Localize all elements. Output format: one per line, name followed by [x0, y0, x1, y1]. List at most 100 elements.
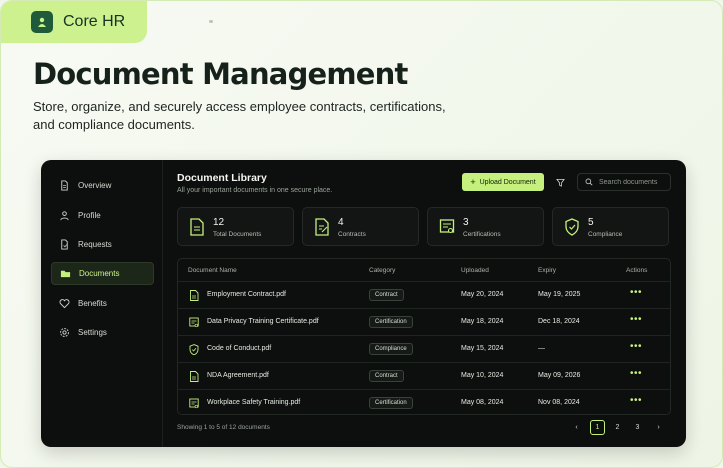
- uploaded-date: May 18, 2024: [461, 318, 504, 325]
- library-subtitle: All your important documents in one secu…: [177, 187, 333, 194]
- stat-label: Compliance: [588, 231, 623, 238]
- page-title: Document Management: [33, 57, 408, 91]
- stat-value: 5: [588, 217, 594, 228]
- sidebar-item-documents[interactable]: Documents: [51, 262, 154, 285]
- filter-button[interactable]: [552, 174, 568, 190]
- app-window: Overview Profile Requests Documents Bene…: [41, 160, 686, 447]
- shield-icon: [565, 218, 579, 236]
- document-name[interactable]: NDA Agreement.pdf: [207, 372, 269, 379]
- page-button-2[interactable]: 2: [610, 420, 625, 435]
- stat-card-certifications: 3 Certifications: [427, 207, 544, 246]
- search-box[interactable]: [577, 173, 671, 191]
- table-header: Document Name Category Uploaded Expiry A…: [178, 259, 670, 281]
- pagination-summary: Showing 1 to 5 of 12 documents: [177, 424, 270, 431]
- contract-icon: [315, 218, 329, 236]
- page-description: Store, organize, and securely access emp…: [33, 99, 446, 132]
- page-button-3[interactable]: 3: [630, 420, 645, 435]
- file-icon: [61, 180, 68, 191]
- sidebar-item-requests[interactable]: Requests: [51, 233, 154, 256]
- more-actions-button[interactable]: •••: [630, 287, 642, 298]
- expiry-date: May 09, 2026: [538, 372, 581, 379]
- header-category: Category: [369, 267, 396, 274]
- category-badge: Certification: [369, 397, 413, 409]
- header-uploaded: Uploaded: [461, 267, 489, 274]
- stat-card-total: 12 Total Documents: [177, 207, 294, 246]
- stat-value: 12: [213, 217, 225, 228]
- category-badge: Contract: [369, 370, 404, 382]
- header-expiry: Expiry: [538, 267, 557, 274]
- uploaded-date: May 15, 2024: [461, 345, 504, 352]
- category-badge: Contract: [369, 289, 404, 301]
- stat-card-compliance: 5 Compliance: [552, 207, 669, 246]
- prev-page-button[interactable]: ‹: [569, 420, 584, 435]
- search-input[interactable]: [599, 178, 669, 186]
- page-button-1[interactable]: 1: [590, 420, 605, 435]
- table-row[interactable]: NDA Agreement.pdf Contract May 10, 2024 …: [178, 362, 670, 388]
- more-actions-button[interactable]: •••: [630, 395, 642, 406]
- uploaded-date: May 08, 2024: [461, 399, 504, 406]
- search-icon: [585, 178, 593, 186]
- document-name[interactable]: Code of Conduct.pdf: [207, 345, 271, 352]
- page-frame: Core HR Document Management Store, organ…: [0, 0, 723, 468]
- folder-icon: [60, 270, 71, 278]
- expiry-date: May 19, 2025: [538, 291, 581, 298]
- category-badge: Certification: [369, 316, 413, 328]
- sidebar-item-label: Overview: [78, 181, 112, 190]
- sidebar: Overview Profile Requests Documents Bene…: [41, 160, 163, 447]
- certificate-icon: [439, 219, 455, 234]
- expiry-date: Nov 08, 2024: [538, 399, 580, 406]
- sidebar-item-label: Profile: [78, 211, 101, 220]
- sidebar-item-benefits[interactable]: Benefits: [51, 292, 154, 315]
- stat-value: 3: [463, 217, 469, 228]
- document-name[interactable]: Workplace Safety Training.pdf: [207, 399, 300, 406]
- uploaded-date: May 10, 2024: [461, 372, 504, 379]
- brand-name: Core HR: [63, 13, 126, 30]
- uploaded-date: May 20, 2024: [461, 291, 504, 298]
- header-actions: Actions: [626, 267, 648, 274]
- more-actions-button[interactable]: •••: [630, 341, 642, 352]
- table-row[interactable]: Employment Contract.pdf Contract May 20,…: [178, 281, 670, 307]
- table-row[interactable]: Data Privacy Training Certificate.pdf Ce…: [178, 308, 670, 334]
- plus-icon: +: [470, 176, 476, 187]
- certificate-icon: [189, 398, 199, 409]
- stat-label: Total Documents: [213, 231, 262, 238]
- sidebar-item-label: Requests: [78, 240, 112, 249]
- document-name[interactable]: Data Privacy Training Certificate.pdf: [207, 318, 319, 325]
- stat-label: Contracts: [338, 231, 366, 238]
- sidebar-item-label: Benefits: [78, 299, 107, 308]
- document-name[interactable]: Employment Contract.pdf: [207, 291, 286, 298]
- sidebar-item-label: Settings: [78, 328, 107, 337]
- gear-icon: [60, 328, 69, 337]
- heart-icon: [59, 299, 70, 309]
- shield-icon: [189, 344, 199, 355]
- user-icon: [60, 211, 69, 221]
- stat-card-contracts: 4 Contracts: [302, 207, 419, 246]
- expiry-date: Dec 18, 2024: [538, 318, 580, 325]
- user-icon: [31, 11, 53, 33]
- filter-icon: [555, 178, 565, 187]
- sidebar-item-overview[interactable]: Overview: [51, 174, 154, 197]
- stat-value: 4: [338, 217, 344, 228]
- more-actions-button[interactable]: •••: [630, 314, 642, 325]
- expiry-date: —: [538, 345, 545, 352]
- main-panel: Document Library All your important docu…: [163, 160, 686, 447]
- category-badge: Compliance: [369, 343, 413, 355]
- library-title: Document Library: [177, 172, 267, 184]
- upload-document-button[interactable]: + Upload Document: [462, 173, 544, 191]
- stat-label: Certifications: [463, 231, 501, 238]
- certificate-icon: [189, 317, 199, 328]
- smudge-mark: [209, 20, 213, 23]
- more-actions-button[interactable]: •••: [630, 368, 642, 379]
- upload-label: Upload Document: [479, 178, 536, 186]
- documents-table: Document Name Category Uploaded Expiry A…: [177, 258, 671, 415]
- table-row[interactable]: Workplace Safety Training.pdf Certificat…: [178, 389, 670, 414]
- sidebar-item-label: Documents: [79, 269, 120, 278]
- document-icon: [190, 290, 199, 301]
- sidebar-item-profile[interactable]: Profile: [51, 204, 154, 227]
- sidebar-item-settings[interactable]: Settings: [51, 321, 154, 344]
- table-row[interactable]: Code of Conduct.pdf Compliance May 15, 2…: [178, 335, 670, 361]
- next-page-button[interactable]: ›: [651, 420, 666, 435]
- brand-badge[interactable]: Core HR: [1, 1, 147, 43]
- document-icon: [190, 218, 204, 236]
- request-icon: [61, 239, 68, 250]
